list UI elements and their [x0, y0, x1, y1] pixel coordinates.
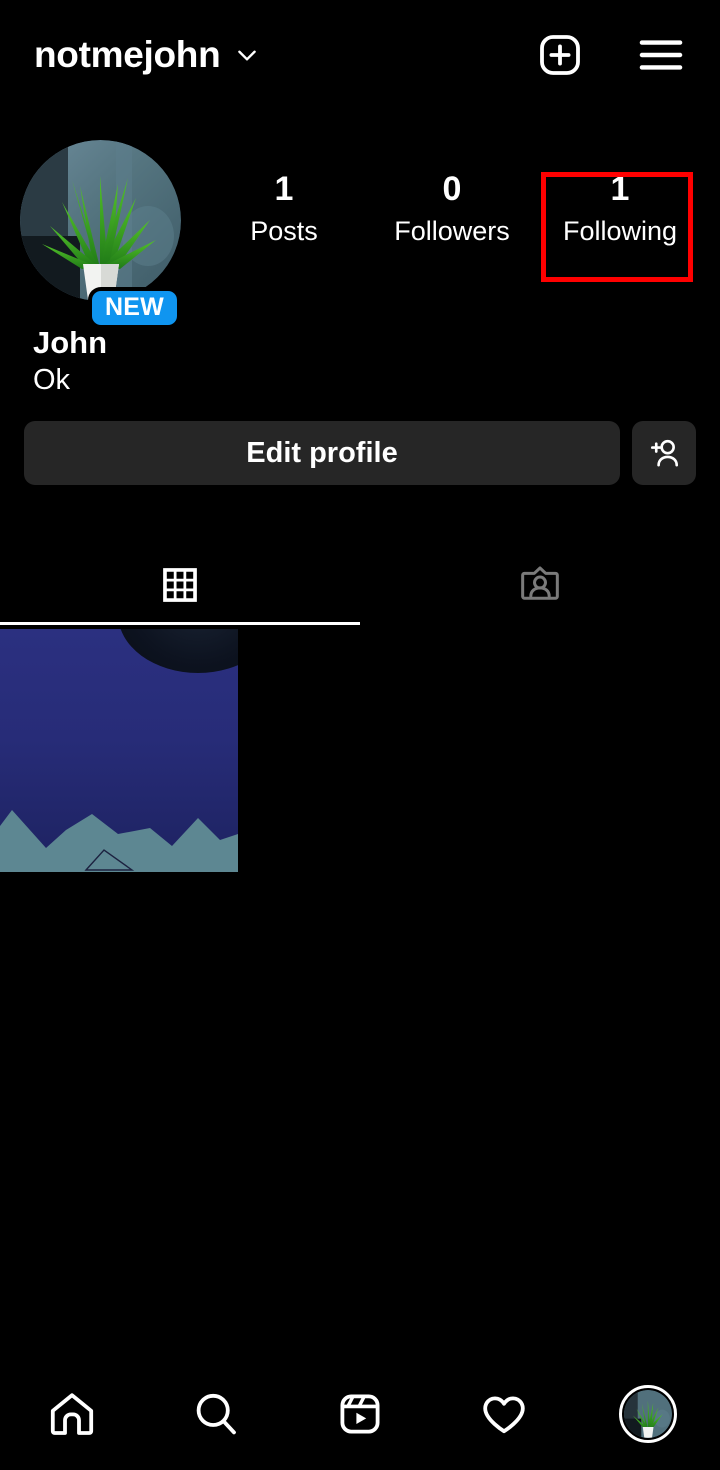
profile-bio: Ok — [33, 364, 71, 396]
nav-home[interactable] — [0, 1388, 144, 1440]
profile-summary-row: NEW 1 Posts 0 Followers 1 Following — [0, 140, 720, 330]
profile-tabs — [0, 545, 720, 625]
tab-tagged[interactable] — [360, 545, 720, 625]
nav-search[interactable] — [144, 1388, 288, 1440]
stat-following[interactable]: 1 Following — [536, 170, 704, 250]
stat-followers-value: 0 — [442, 170, 462, 208]
stat-posts-value: 1 — [274, 170, 294, 208]
stat-followers-label: Followers — [394, 216, 510, 247]
nav-profile-avatar — [624, 1390, 672, 1438]
add-person-icon — [650, 439, 679, 467]
plus-square-icon — [540, 35, 580, 75]
new-badge-label: NEW — [92, 291, 177, 326]
stat-posts-label: Posts — [250, 216, 318, 247]
create-post-button[interactable] — [536, 31, 584, 79]
profile-avatar[interactable] — [19, 140, 181, 301]
profile-avatar-plant-photo — [19, 140, 181, 301]
stat-following-value: 1 — [610, 170, 630, 208]
menu-button[interactable] — [636, 34, 686, 76]
bottom-navigation-bar — [0, 1358, 720, 1470]
edit-profile-button[interactable]: Edit profile — [24, 421, 620, 485]
new-story-badge[interactable]: NEW — [88, 287, 181, 330]
reels-icon — [340, 1394, 380, 1434]
discover-people-button[interactable] — [632, 421, 696, 485]
post-thumbnail[interactable] — [0, 629, 238, 872]
stat-followers[interactable]: 0 Followers — [368, 170, 536, 250]
profile-display-name: John — [33, 325, 108, 360]
heart-icon — [483, 1396, 525, 1434]
profile-stats: 1 Posts 0 Followers 1 Following — [200, 140, 720, 250]
nav-profile-active-ring — [619, 1385, 677, 1443]
account-switcher[interactable]: notmejohn — [34, 34, 260, 76]
chevron-down-icon — [238, 50, 257, 61]
grid-icon — [163, 568, 197, 602]
top-header-bar: notmejohn — [0, 0, 720, 110]
nav-activity[interactable] — [432, 1388, 576, 1440]
stat-posts[interactable]: 1 Posts — [200, 170, 368, 250]
post-thumbnail-mountains — [0, 810, 238, 872]
active-tab-underline — [0, 622, 360, 625]
profile-action-buttons: Edit profile — [24, 421, 696, 485]
posts-grid — [0, 629, 720, 872]
search-icon — [196, 1393, 236, 1435]
avatar-holder: NEW — [0, 140, 200, 330]
tagged-person-icon — [521, 566, 559, 600]
header-username: notmejohn — [34, 34, 221, 75]
stat-following-label: Following — [562, 216, 678, 247]
header-actions — [536, 31, 686, 79]
instagram-profile-screen: notmejohn NEW 1 Posts 0 Followers 1 Foll… — [0, 0, 720, 1470]
tab-grid[interactable] — [0, 545, 360, 625]
hamburger-menu-icon — [639, 40, 683, 70]
nav-profile[interactable] — [576, 1385, 720, 1443]
home-icon — [50, 1393, 94, 1435]
nav-reels[interactable] — [288, 1388, 432, 1440]
profile-avatar-icon — [624, 1390, 672, 1438]
